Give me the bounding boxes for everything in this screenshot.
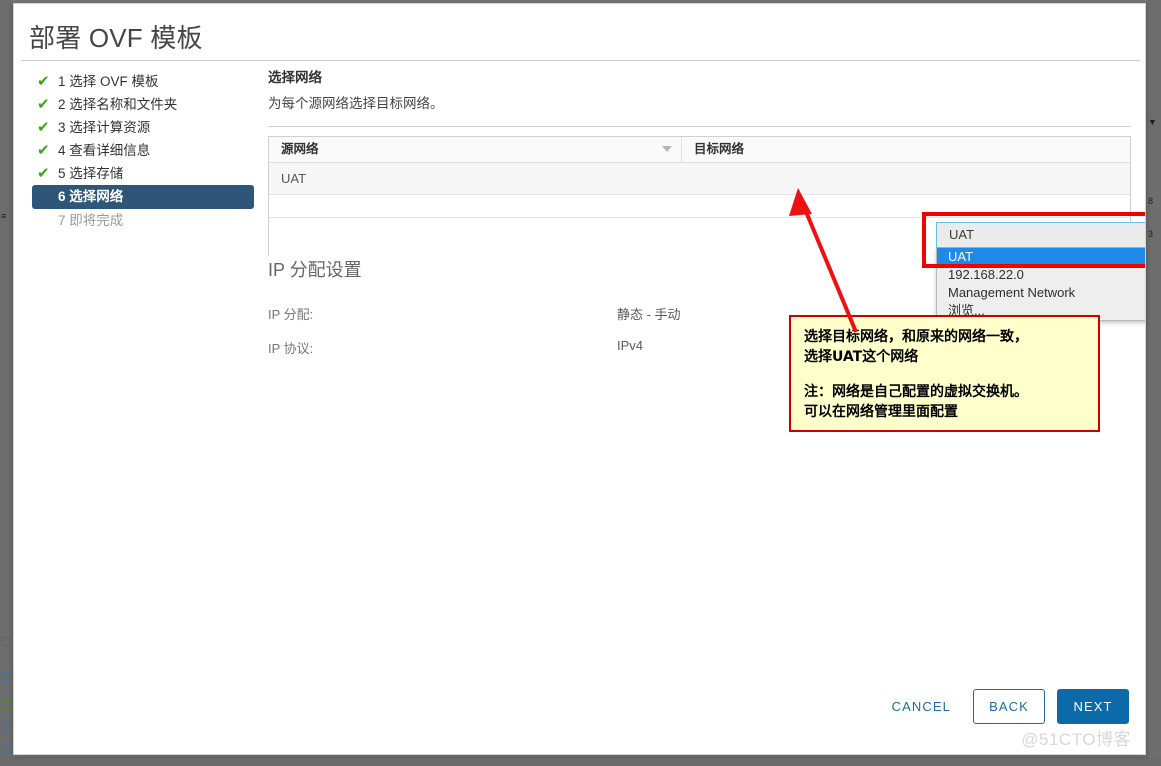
step-number: 5 bbox=[58, 166, 66, 181]
background-icon-blue-3 bbox=[1, 744, 10, 753]
sidebar-item-step-7[interactable]: 7 即将完成 bbox=[32, 209, 258, 232]
select-option-uat[interactable]: UAT bbox=[937, 248, 1145, 266]
check-icon: ✔ bbox=[37, 165, 50, 182]
select-value: UAT bbox=[949, 227, 975, 242]
table-row[interactable]: UAT bbox=[269, 163, 1130, 195]
watermark: @51CTO博客 bbox=[1021, 730, 1131, 749]
ip-allocation-label: IP 分配: bbox=[268, 307, 314, 322]
dialog-footer: CANCEL BACK NEXT bbox=[882, 689, 1129, 724]
column-header-label: 目标网络 bbox=[694, 142, 745, 156]
cell-source-network: UAT bbox=[281, 171, 307, 186]
desktop-background: ≡ ▼ 8 3 部署 OVF 模板 ✔ 1 选择 OVF 模板 ✔ 2 选择名称… bbox=[0, 0, 1161, 766]
step-number: 6 bbox=[58, 189, 66, 204]
step-label: 选择网络 bbox=[69, 189, 124, 204]
background-icon-blue-1 bbox=[1, 672, 10, 681]
step-label: 即将完成 bbox=[69, 213, 124, 228]
deploy-ovf-template-dialog: 部署 OVF 模板 ✔ 1 选择 OVF 模板 ✔ 2 选择名称和文件夹 ✔ 3… bbox=[13, 3, 1146, 755]
ip-protocol-value: IPv4 bbox=[617, 338, 644, 353]
step-number: 1 bbox=[58, 74, 66, 89]
section-divider bbox=[268, 126, 1131, 127]
check-icon: ✔ bbox=[37, 119, 50, 136]
select-control[interactable]: UAT bbox=[936, 222, 1145, 248]
background-glyph: ≡ bbox=[1, 211, 7, 221]
annotation-text-1: 选择目标网络，和原来的网络一致， 选择UAT这个网络 bbox=[804, 329, 1028, 365]
page-title: 部署 OVF 模板 bbox=[29, 23, 203, 53]
next-button[interactable]: NEXT bbox=[1057, 689, 1129, 724]
step-number: 3 bbox=[58, 120, 66, 135]
cell-destination-network[interactable] bbox=[682, 163, 1130, 194]
select-options-list: UAT 192.168.22.0 Management Network 浏览..… bbox=[936, 248, 1145, 321]
section-subtitle: 为每个源网络选择目标网络。 bbox=[268, 96, 444, 111]
select-option-192-168-22-0[interactable]: 192.168.22.0 bbox=[937, 266, 1145, 284]
destination-network-select[interactable]: UAT UAT 192.168.22.0 Management Network … bbox=[936, 222, 1145, 321]
step-label: 查看详细信息 bbox=[69, 143, 151, 158]
main-content: 选择网络 为每个源网络选择目标网络。 源网络 目标网络 UAT UAT UAT … bbox=[254, 66, 1145, 356]
sidebar-item-step-2[interactable]: ✔ 2 选择名称和文件夹 bbox=[32, 93, 258, 116]
check-icon: ✔ bbox=[37, 142, 50, 159]
background-icon-green bbox=[1, 700, 10, 709]
table-row-empty-1 bbox=[269, 195, 1130, 218]
background-window-bottom-strip bbox=[0, 757, 1161, 766]
sidebar-item-step-1[interactable]: ✔ 1 选择 OVF 模板 bbox=[32, 70, 258, 93]
select-option-management-network[interactable]: Management Network bbox=[937, 284, 1145, 302]
column-header-label: 源网络 bbox=[281, 142, 319, 156]
step-label: 选择 OVF 模板 bbox=[69, 74, 159, 89]
sidebar-item-step-3[interactable]: ✔ 3 选择计算资源 bbox=[32, 116, 258, 139]
step-number: 2 bbox=[58, 97, 66, 112]
step-label: 选择名称和文件夹 bbox=[69, 97, 178, 112]
background-window-left-strip: ≡ bbox=[0, 0, 13, 766]
ip-protocol-label: IP 协议: bbox=[268, 341, 314, 356]
annotation-callout: 选择目标网络，和原来的网络一致， 选择UAT这个网络 注：网络是自己配置的虚拟交… bbox=[789, 315, 1100, 432]
column-header-source-network[interactable]: 源网络 bbox=[269, 137, 682, 162]
ip-allocation-value: 静态 - 手动 bbox=[617, 307, 681, 322]
sidebar-item-step-6[interactable]: 6 选择网络 bbox=[32, 185, 254, 209]
step-number: 4 bbox=[58, 143, 66, 158]
cancel-button[interactable]: CANCEL bbox=[882, 691, 961, 722]
table-header-row: 源网络 目标网络 bbox=[269, 137, 1130, 163]
sidebar-item-step-4[interactable]: ✔ 4 查看详细信息 bbox=[32, 139, 258, 162]
step-label: 选择计算资源 bbox=[69, 120, 151, 135]
annotation-text-2: 注：网络是自己配置的虚拟交换机。 可以在网络管理里面配置 bbox=[804, 384, 1028, 420]
title-divider bbox=[21, 60, 1140, 61]
step-number: 7 bbox=[58, 213, 66, 228]
ip-allocation-title: IP 分配设置 bbox=[268, 260, 362, 280]
step-label: 选择存储 bbox=[69, 166, 124, 181]
background-glyph-right-1: ▼ bbox=[1148, 117, 1157, 127]
background-icon-blue-2 bbox=[1, 722, 10, 731]
sidebar-item-step-5[interactable]: ✔ 5 选择存储 bbox=[32, 162, 258, 185]
background-icon-orange bbox=[1, 637, 10, 646]
wizard-step-list: ✔ 1 选择 OVF 模板 ✔ 2 选择名称和文件夹 ✔ 3 选择计算资源 ✔ … bbox=[32, 70, 258, 232]
column-header-destination-network[interactable]: 目标网络 bbox=[682, 137, 1130, 162]
filter-icon[interactable] bbox=[662, 146, 672, 152]
background-window-right-strip: ▼ 8 3 bbox=[1146, 0, 1161, 766]
background-glyph-right-2: 8 bbox=[1148, 196, 1154, 206]
background-glyph-right-3: 3 bbox=[1148, 229, 1154, 239]
check-icon: ✔ bbox=[37, 73, 50, 90]
section-title: 选择网络 bbox=[268, 70, 322, 85]
check-icon: ✔ bbox=[37, 96, 50, 113]
back-button[interactable]: BACK bbox=[973, 689, 1045, 724]
